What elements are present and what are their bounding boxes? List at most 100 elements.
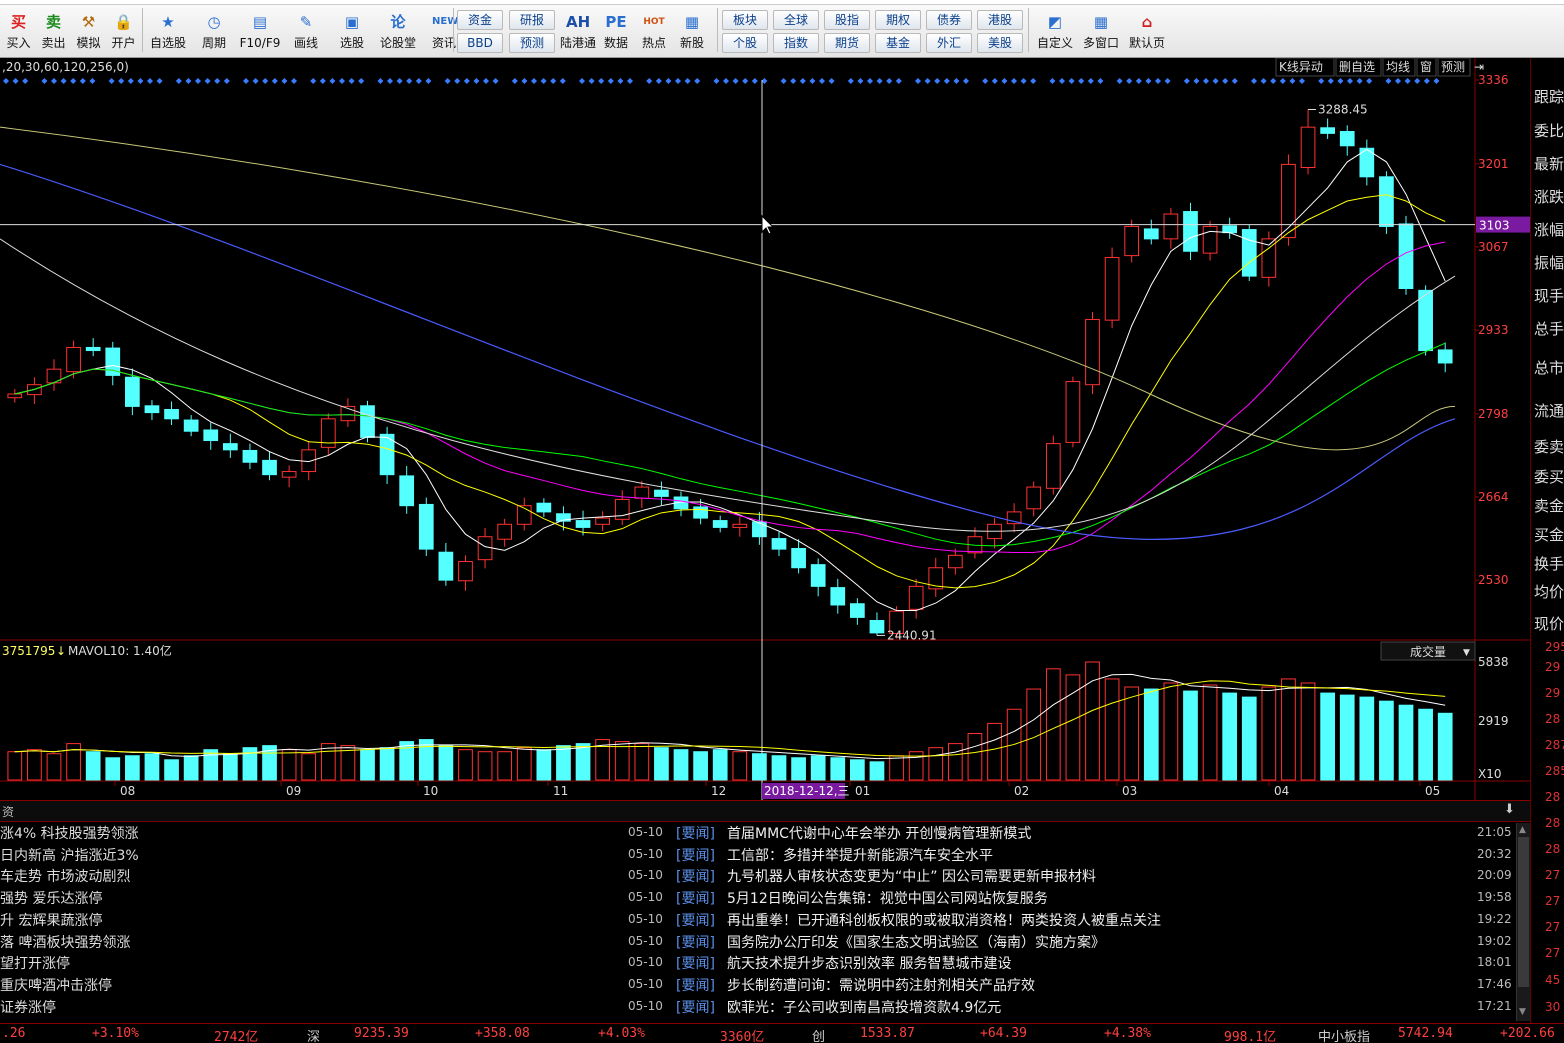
- news-left-headline[interactable]: 日内新高 沪指涨近3%: [0, 845, 139, 865]
- toolbar-new-stock-button[interactable]: ▦ 新股: [671, 7, 713, 55]
- toolbar-separator: [1028, 8, 1029, 52]
- sz-index-change: +358.08: [475, 1026, 530, 1041]
- sidebar-value: 287: [1545, 738, 1564, 752]
- toolbar-market-button[interactable]: 外汇: [926, 33, 972, 53]
- toolbar-watchlist-button[interactable]: ★ 自选股: [146, 7, 190, 55]
- toolbar-market-button[interactable]: 基金: [875, 33, 921, 53]
- news-headline[interactable]: 九号机器人审核状态变更为“中止” 因公司需要更新申报材料: [727, 866, 1096, 886]
- news-left-headline[interactable]: 重庆啤酒冲击涨停: [0, 975, 112, 995]
- chevron-down-icon: ▼: [1463, 648, 1470, 658]
- toolbar-quick-button[interactable]: 研报: [509, 10, 555, 30]
- sidebar-value: 285: [1545, 764, 1564, 778]
- toolbar-data-button[interactable]: PE 数据: [595, 7, 637, 55]
- kline-chart-area[interactable]: ,20,30,60,120,256,0) K线异动 删自选 均线窗预测 ⇥ 3336 320…: [0, 58, 1530, 800]
- toolbar-market-button[interactable]: 全球: [773, 10, 819, 30]
- candle-body: [1398, 223, 1414, 289]
- kline-chart[interactable]: ,20,30,60,120,256,0) K线异动 删自选 均线窗预测 ⇥3336 320…: [0, 58, 1530, 800]
- news-headline[interactable]: 步长制药遭问询：需说明中药注射剂相关产品疗效: [727, 975, 1035, 995]
- zx-index-name[interactable]: 中小板指: [1318, 1026, 1370, 1043]
- f10-icon: ▤: [252, 13, 268, 31]
- toolbar-period-button[interactable]: ◷ 周期: [192, 7, 236, 55]
- news-headline[interactable]: 首届MMC代谢中心年会举办 开创慢病管理新模式: [727, 823, 1031, 843]
- news-headline[interactable]: 国务院办公厅印发《国家生态文明试验区（海南）实施方案》: [727, 932, 1105, 952]
- candle-body: [125, 376, 140, 407]
- news-headline[interactable]: 航天技术提升步态识别效率 服务智慧城市建设: [727, 953, 1011, 973]
- price-axis-label: 2933: [1478, 323, 1509, 337]
- news-left-headline[interactable]: 升 宏辉果蔬涨停: [0, 910, 102, 930]
- candle-body: [418, 503, 434, 550]
- volume-unit-label: X10: [1478, 767, 1502, 781]
- news-left-headline[interactable]: 落 啤酒板块强势领涨: [0, 932, 130, 952]
- collapse-panel-icon[interactable]: ⇥: [1474, 60, 1484, 74]
- data-icon: PE: [605, 13, 627, 31]
- download-icon[interactable]: ⬇: [1504, 802, 1515, 817]
- toolbar-simulate-button[interactable]: ⚒ 模拟: [72, 7, 105, 55]
- cy-index-amount: 998.1亿: [1224, 1030, 1277, 1043]
- candle-body: [1163, 213, 1179, 240]
- toolbar-sell-button[interactable]: 卖卖出: [37, 7, 70, 55]
- toolbar-market-button[interactable]: 期权: [875, 10, 921, 30]
- cy-index-value: 1533.87: [860, 1026, 915, 1041]
- toolbar-hot-button[interactable]: HOT 热点: [633, 7, 675, 55]
- candle-body: [752, 521, 767, 538]
- toolbar-open-account-button[interactable]: 🔒 开户: [107, 7, 140, 55]
- cy-index-change: +64.39: [980, 1026, 1027, 1041]
- news-left-headline[interactable]: 车走势 市场波动剧烈: [0, 866, 130, 886]
- toolbar-draw-line-button[interactable]: ✎ 画线: [284, 7, 328, 55]
- news-time: 19:22: [1477, 911, 1512, 926]
- candle-body: [908, 585, 924, 610]
- news-headline[interactable]: 再出重拳！已开通科创板权限的或被取消资格！两类投资人被重点关注: [727, 910, 1161, 930]
- toolbar-market-button[interactable]: 板块: [722, 10, 768, 30]
- news-headline[interactable]: 工信部：多措并举提升新能源汽车安全水平: [727, 845, 993, 865]
- toolbar-market-button[interactable]: 个股: [722, 33, 768, 53]
- toolbar-quick-button[interactable]: BBD: [457, 33, 503, 53]
- news-left-headline[interactable]: 涨4% 科技股强势领涨: [0, 823, 139, 843]
- volume-bar: [830, 757, 846, 781]
- volume-bar: [654, 747, 669, 781]
- volume-bar: [164, 759, 179, 781]
- news-headline[interactable]: 欧菲光：子公司收到南昌高投增资款4.9亿元: [727, 997, 1001, 1017]
- menu-strip: [0, 0, 1564, 5]
- toolbar-market-button[interactable]: 期货: [824, 33, 870, 53]
- toolbar-quick-button[interactable]: 资金: [457, 10, 503, 30]
- sidebar-value: 29: [1545, 686, 1561, 700]
- toolbar-stock-screen-button[interactable]: ▣ 选股: [330, 7, 374, 55]
- candle-body: [497, 523, 513, 540]
- sidebar-field-label: 最新: [1534, 155, 1564, 173]
- toolbar-buy-button[interactable]: 买买入: [2, 7, 35, 55]
- toolbar-quick-button[interactable]: 预测: [509, 33, 555, 53]
- news-left-headline[interactable]: 望打开涨停: [0, 953, 70, 973]
- sh-index-value: .26: [2, 1026, 26, 1041]
- toolbar-market-button[interactable]: 指数: [773, 33, 819, 53]
- toolbar-hk-connect-button[interactable]: AH 陆港通: [557, 7, 599, 55]
- sz-index-pct: +4.03%: [598, 1026, 645, 1041]
- volume-value-label: 3751795: [2, 644, 55, 658]
- toolbar-market-button[interactable]: 港股: [977, 10, 1023, 30]
- sidebar-value: 27: [1545, 920, 1561, 934]
- volume-axis-label: 5838: [1478, 655, 1509, 669]
- cy-index-name[interactable]: 创: [812, 1026, 825, 1043]
- sz-index-name[interactable]: 深: [307, 1026, 320, 1043]
- toolbar-custom-button[interactable]: ◩ 自定义: [1032, 7, 1078, 55]
- news-headline[interactable]: 5月12日晚间公告集锦：视觉中国公司网站恢复服务: [727, 888, 1048, 908]
- volume-bar: [1398, 704, 1414, 781]
- toolbar-label: 数据: [603, 36, 628, 50]
- volume-bar: [458, 749, 473, 781]
- toolbar-market-button[interactable]: 美股: [977, 33, 1023, 53]
- toolbar-market-button[interactable]: 债券: [926, 10, 972, 30]
- toolbar-default-page-button[interactable]: ⌂ 默认页: [1124, 7, 1170, 55]
- volume-bar: [301, 753, 317, 781]
- toolbar-forum-button[interactable]: 论论股堂: [376, 7, 420, 55]
- volume-bar: [1281, 678, 1296, 781]
- news-left-headline[interactable]: 强势 爱乐达涨停: [0, 888, 102, 908]
- cy-index-pct: +4.38%: [1104, 1026, 1151, 1041]
- news-scrollbar[interactable]: ▲ ▼: [1516, 823, 1530, 1021]
- candle-body: [399, 475, 415, 507]
- toolbar-market-button[interactable]: 股指: [824, 10, 870, 30]
- toolbar-multi-window-button[interactable]: ▦ 多窗口: [1078, 7, 1124, 55]
- sidebar-value: 27: [1545, 868, 1561, 882]
- toolbar-f10-button[interactable]: ▤ F10/F9: [238, 7, 282, 55]
- news-time: 20:32: [1477, 846, 1512, 861]
- candle-body: [66, 346, 81, 373]
- news-left-headline[interactable]: 证券涨停: [0, 997, 56, 1017]
